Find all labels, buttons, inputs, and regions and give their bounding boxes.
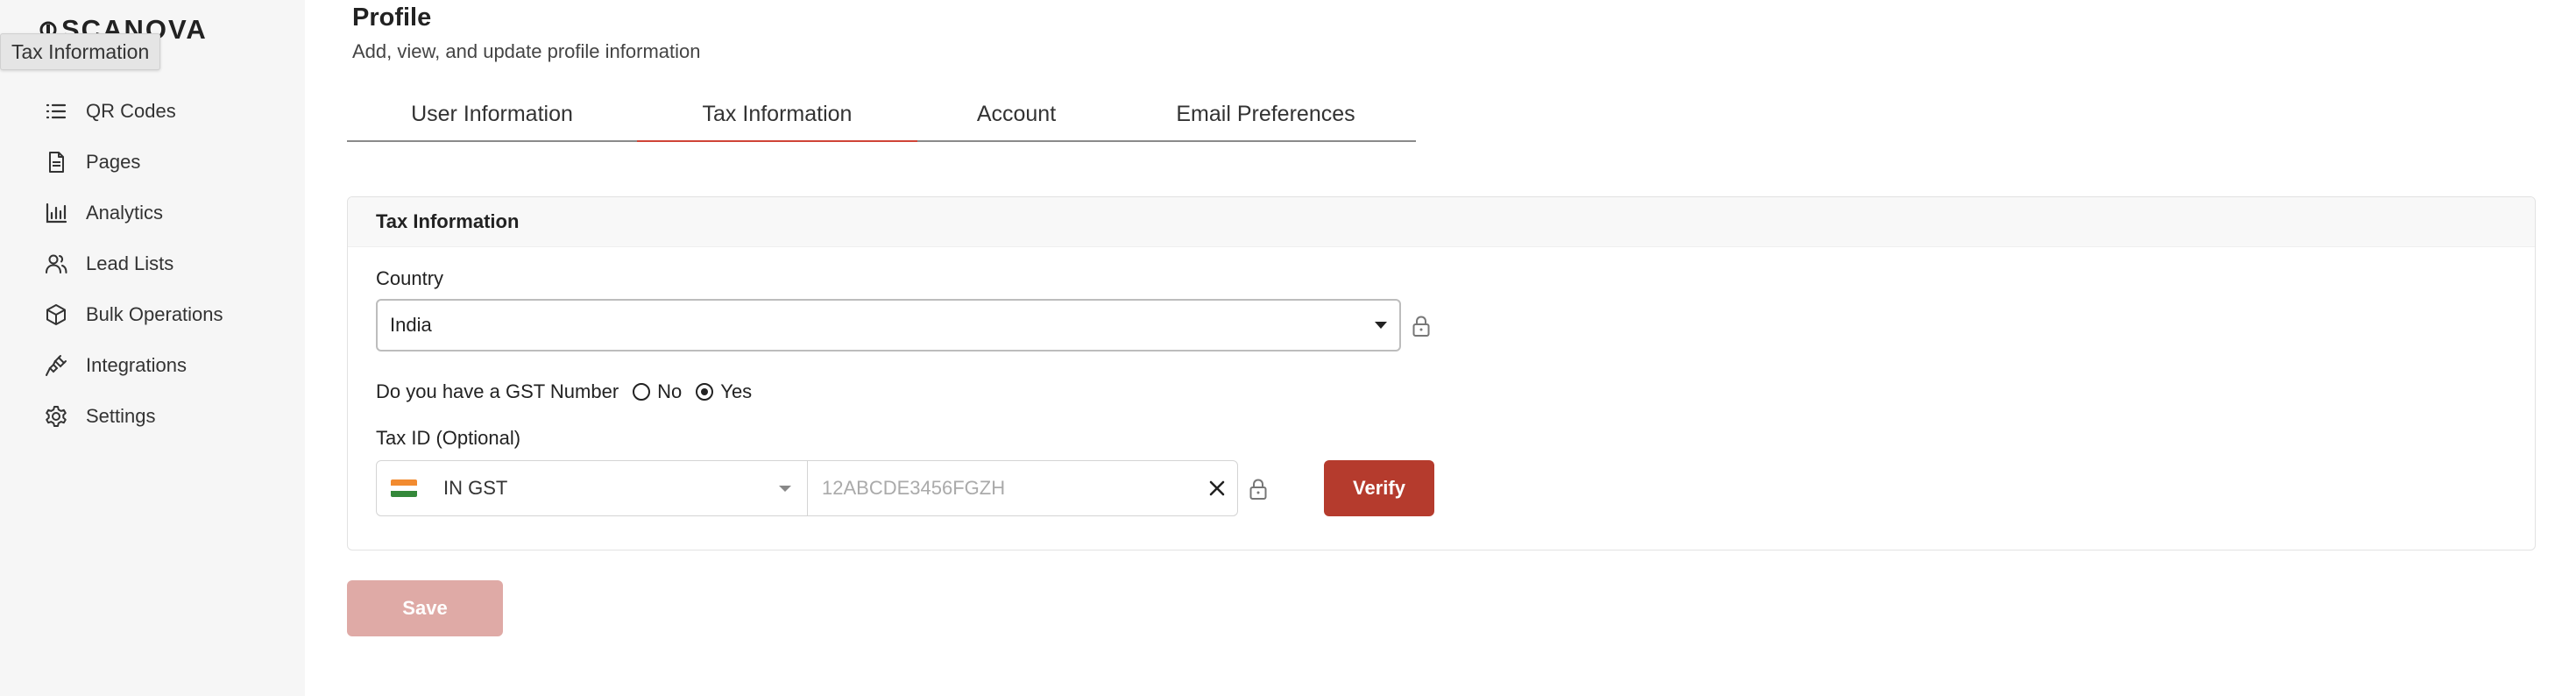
tab-account[interactable]: Account [917, 88, 1115, 140]
sidebar-item-analytics[interactable]: Analytics [44, 188, 223, 238]
gst-yes-radio[interactable]: Yes [696, 380, 752, 403]
profile-tabs: User Information Tax Information Account… [347, 88, 1416, 142]
sidebar-item-pages[interactable]: Pages [44, 137, 223, 188]
tax-type-value: IN GST [443, 477, 508, 499]
taxid-input-wrapper [808, 461, 1237, 515]
page-icon [49, 152, 64, 173]
tab-user-information[interactable]: User Information [347, 88, 637, 140]
sidebar-item-label: Pages [86, 151, 141, 173]
sidebar-item-label: Settings [86, 405, 156, 427]
sidebar-item-settings[interactable]: Settings [44, 391, 223, 442]
sidebar-item-integrations[interactable]: Integrations [44, 340, 223, 391]
sidebar: SCANOVA Tax Information QR Codes Pages A… [0, 0, 305, 696]
sidebar-item-label: Lead Lists [86, 252, 174, 274]
sidebar-item-label: Analytics [86, 202, 164, 224]
gst-no-label: No [657, 380, 683, 402]
tax-information-card: Tax Information Country India Do you hav… [347, 196, 2536, 550]
sidebar-item-bulk-operations[interactable]: Bulk Operations [44, 289, 223, 340]
card-title: Tax Information [348, 197, 2535, 247]
sidebar-item-lead-lists[interactable]: Lead Lists [44, 238, 223, 289]
gst-question-label: Do you have a GST Number [376, 380, 619, 402]
taxid-input[interactable] [820, 476, 1174, 501]
close-icon[interactable] [1207, 479, 1227, 498]
tooltip: Tax Information [0, 33, 161, 70]
save-button[interactable]: Save [347, 580, 503, 636]
list-icon [46, 103, 67, 119]
page-subtitle: Add, view, and update profile informatio… [352, 40, 701, 62]
tab-tax-information[interactable]: Tax Information [637, 88, 917, 142]
lock-icon [1412, 316, 1430, 337]
tab-email-preferences[interactable]: Email Preferences [1115, 88, 1416, 140]
sidebar-item-label: Bulk Operations [86, 303, 223, 325]
bar-chart-icon [46, 202, 67, 224]
page-title: Profile [352, 4, 432, 32]
lock-icon [1249, 479, 1267, 500]
gst-question-row: Do you have a GST Number No Yes [376, 373, 752, 411]
verify-button[interactable]: Verify [1324, 460, 1434, 516]
users-icon [46, 254, 67, 273]
gst-yes-label: Yes [720, 380, 753, 402]
plug-icon [46, 355, 67, 376]
gear-icon [46, 406, 67, 427]
tax-type-select[interactable]: IN GST [377, 461, 808, 515]
country-select[interactable]: India [376, 299, 1401, 352]
country-value: India [390, 314, 432, 336]
country-label: Country [376, 267, 444, 289]
taxid-group: IN GST [376, 460, 1238, 516]
sidebar-item-qr-codes[interactable]: QR Codes [44, 86, 223, 137]
india-flag-icon [391, 479, 417, 497]
sidebar-item-label: Integrations [86, 354, 187, 376]
gst-no-radio[interactable]: No [633, 380, 682, 403]
sidebar-nav: QR Codes Pages Analytics Lead Lists Bulk… [44, 86, 223, 442]
caret-down-icon [1375, 322, 1387, 329]
caret-down-icon [779, 486, 791, 492]
taxid-label: Tax ID (Optional) [376, 427, 521, 449]
box-icon [46, 304, 66, 325]
radio-unchecked-icon [633, 383, 651, 401]
radio-checked-icon [696, 383, 714, 401]
sidebar-item-label: QR Codes [86, 100, 176, 122]
